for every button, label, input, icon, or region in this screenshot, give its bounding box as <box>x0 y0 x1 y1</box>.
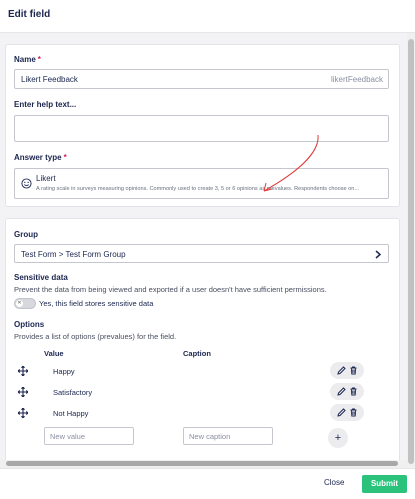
group-value: Test Form > Test Form Group <box>21 250 126 259</box>
help-text-label: Enter help text... <box>14 100 77 109</box>
sensitive-data-toggle[interactable]: ✕ <box>14 298 36 309</box>
caption-column-header: Caption <box>183 349 211 358</box>
answer-type-picker[interactable]: Likert A rating scale in surveys measuri… <box>14 168 389 199</box>
new-caption-input[interactable] <box>183 427 273 445</box>
name-value: Likert Feedback <box>21 75 78 84</box>
group-picker[interactable]: Test Form > Test Form Group <box>14 244 389 263</box>
delete-icon[interactable] <box>349 408 358 417</box>
sensitive-data-label: Sensitive data <box>14 273 68 282</box>
delete-icon[interactable] <box>349 387 358 396</box>
move-icon[interactable] <box>18 366 28 376</box>
name-input[interactable]: Likert Feedback likertFeedback <box>14 69 389 89</box>
horizontal-scrollbar[interactable] <box>0 460 407 468</box>
answer-type-name: Likert <box>36 174 56 183</box>
required-marker: * <box>63 153 67 162</box>
dialog-footer: Close Submit <box>0 468 415 499</box>
edit-icon[interactable] <box>337 408 346 417</box>
options-label: Options <box>14 320 45 329</box>
smile-icon <box>21 178 32 189</box>
answer-type-label: Answer type * <box>14 153 67 162</box>
help-text-input[interactable] <box>14 115 389 142</box>
name-label: Name * <box>14 55 41 64</box>
annotation-arrow <box>263 134 319 192</box>
dialog-body[interactable]: Name * Likert Feedback likertFeedback Ent… <box>0 33 415 467</box>
alias-value[interactable]: likertFeedback <box>331 75 383 84</box>
move-icon[interactable] <box>18 408 28 418</box>
answer-type-description: A rating scale in surveys measuring opin… <box>36 186 360 192</box>
option-value[interactable]: Happy <box>53 367 75 376</box>
sensitive-data-description: Prevent the data from being viewed and e… <box>14 285 327 294</box>
move-icon[interactable] <box>18 387 28 397</box>
option-value[interactable]: Not Happy <box>53 409 88 418</box>
field-settings-card: Group Test Form > Test Form Group Sensit… <box>6 219 399 467</box>
delete-icon[interactable] <box>349 366 358 375</box>
new-caption-field[interactable] <box>184 428 272 444</box>
option-actions <box>330 362 364 379</box>
new-value-field[interactable] <box>45 428 133 444</box>
options-description: Provides a list of options (prevalues) f… <box>14 332 177 341</box>
edit-icon[interactable] <box>337 366 346 375</box>
option-actions <box>330 404 364 421</box>
group-label: Group <box>14 230 38 239</box>
required-marker: * <box>37 55 41 64</box>
dialog-header: Edit field <box>0 0 415 33</box>
submit-button[interactable]: Submit <box>362 475 407 493</box>
field-details-card: Name * Likert Feedback likertFeedback Ent… <box>6 45 399 206</box>
close-button[interactable]: Close <box>324 478 344 487</box>
edit-icon[interactable] <box>337 387 346 396</box>
horizontal-scrollbar-thumb[interactable] <box>6 461 398 466</box>
add-option-button[interactable]: + <box>328 428 348 448</box>
sensitive-data-toggle-label[interactable]: Yes, this field stores sensitive data <box>39 299 153 308</box>
chevron-right-icon <box>375 250 382 259</box>
option-value[interactable]: Satisfactory <box>53 388 92 397</box>
vertical-scrollbar-thumb[interactable] <box>408 39 414 464</box>
option-actions <box>330 383 364 400</box>
value-column-header: Value <box>44 349 64 358</box>
vertical-scrollbar[interactable] <box>407 33 415 467</box>
new-value-input[interactable] <box>44 427 134 445</box>
dialog-title: Edit field <box>8 9 51 20</box>
toggle-off-icon: ✕ <box>16 300 23 307</box>
